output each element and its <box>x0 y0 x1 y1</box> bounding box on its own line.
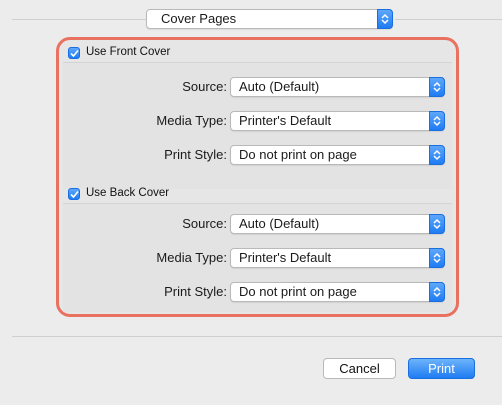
cover-options-panel: Use Front Cover Source: Auto (Default) M… <box>56 37 459 317</box>
chevron-updown-icon <box>429 282 445 302</box>
back-source-label: Source: <box>182 216 227 231</box>
back-cover-label: Use Back Cover <box>86 187 170 199</box>
front-media-type-label: Media Type: <box>156 113 227 128</box>
bottom-separator <box>12 336 502 337</box>
front-print-style-value: Do not print on page <box>239 147 357 162</box>
top-separator-right <box>395 19 502 20</box>
back-source-value: Auto (Default) <box>239 216 320 231</box>
section-popup-value: Cover Pages <box>161 11 237 26</box>
front-print-style-popup[interactable]: Do not print on page <box>230 145 445 165</box>
back-cover-options: Source: Auto (Default) Media Type: Print… <box>63 203 452 312</box>
top-separator <box>12 19 147 20</box>
front-source-value: Auto (Default) <box>239 79 320 94</box>
front-cover-label: Use Front Cover <box>86 46 171 58</box>
front-source-popup[interactable]: Auto (Default) <box>230 77 445 97</box>
back-media-type-value: Printer's Default <box>239 250 332 265</box>
front-source-label: Source: <box>182 79 227 94</box>
section-popup[interactable]: Cover Pages <box>146 9 393 29</box>
back-cover-checkbox[interactable] <box>68 188 80 200</box>
back-source-popup[interactable]: Auto (Default) <box>230 214 445 234</box>
back-print-style-value: Do not print on page <box>239 284 357 299</box>
chevron-updown-icon <box>377 9 393 29</box>
chevron-updown-icon <box>429 111 445 131</box>
chevron-updown-icon <box>429 77 445 97</box>
back-media-type-label: Media Type: <box>156 250 227 265</box>
chevron-updown-icon <box>429 145 445 165</box>
front-cover-options: Source: Auto (Default) Media Type: Print… <box>63 62 452 189</box>
back-print-style-label: Print Style: <box>164 284 227 299</box>
cancel-button[interactable]: Cancel <box>323 358 396 379</box>
front-cover-checkbox[interactable] <box>68 47 80 59</box>
chevron-updown-icon <box>429 214 445 234</box>
print-button[interactable]: Print <box>408 358 475 379</box>
front-media-type-value: Printer's Default <box>239 113 332 128</box>
chevron-updown-icon <box>429 248 445 268</box>
front-media-type-popup[interactable]: Printer's Default <box>230 111 445 131</box>
front-print-style-label: Print Style: <box>164 147 227 162</box>
back-print-style-popup[interactable]: Do not print on page <box>230 282 445 302</box>
back-media-type-popup[interactable]: Printer's Default <box>230 248 445 268</box>
